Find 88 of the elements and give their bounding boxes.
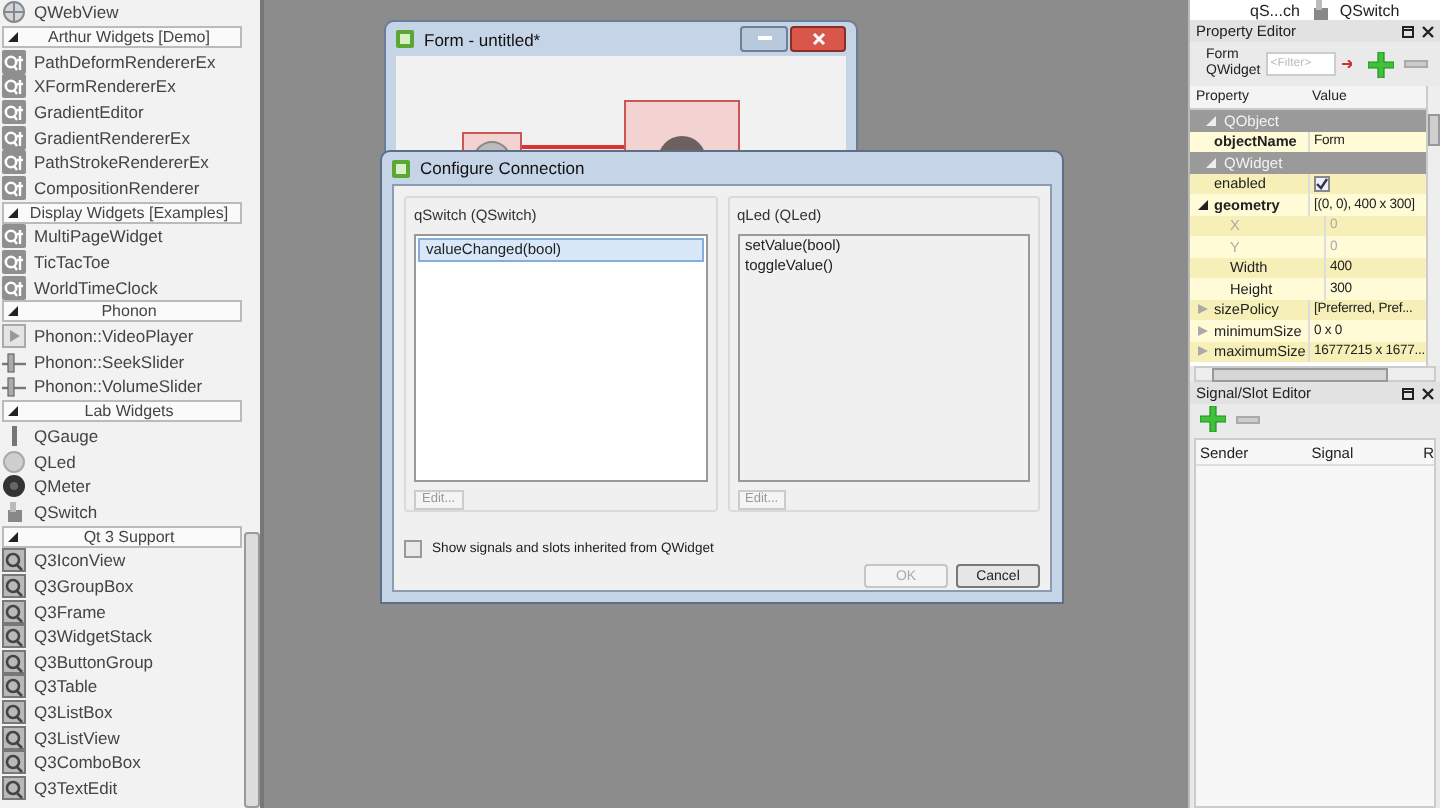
- widget-list-item[interactable]: Phonon::SeekSlider: [0, 349, 244, 375]
- widget-list-item[interactable]: Q3ListView: [0, 724, 244, 750]
- window-title: Form - untitled*: [424, 29, 543, 49]
- widget-list-item[interactable]: PathStrokeRendererEx: [0, 149, 244, 176]
- widget-list-item[interactable]: CompositionRenderer: [0, 175, 244, 201]
- scrollbar-thumb[interactable]: [244, 532, 260, 808]
- widget-list-item[interactable]: Q3ListBox: [0, 699, 244, 725]
- check-icon: [1316, 177, 1328, 190]
- object-name: qS...ch: [1250, 1, 1300, 19]
- expanded-arrow-icon: [1206, 157, 1216, 168]
- widget-list-item[interactable]: TicTacToe: [0, 249, 244, 275]
- widget-list-item[interactable]: XFormRendererEx: [0, 74, 244, 100]
- meter-icon: [2, 474, 26, 499]
- widget-list-item[interactable]: MultiPageWidget: [0, 224, 244, 250]
- minus-icon: [1404, 60, 1429, 68]
- minimize-button[interactable]: [740, 26, 788, 52]
- checkbox[interactable]: [1314, 175, 1330, 192]
- remove-button[interactable]: [1402, 58, 1431, 70]
- category-header[interactable]: Arthur Widgets [Demo]: [2, 26, 242, 49]
- widget-list-item[interactable]: QSwitch: [0, 499, 244, 525]
- widget-list-item[interactable]: Q3GroupBox: [0, 573, 244, 599]
- widget-list-item[interactable]: WorldTimeClock: [0, 274, 244, 300]
- widget-list-item[interactable]: QWebView: [0, 0, 244, 26]
- class-name: QSwitch: [1339, 1, 1400, 19]
- remove-button[interactable]: [1234, 413, 1262, 425]
- checkbox[interactable]: [404, 540, 422, 558]
- qt-logo-icon: [2, 74, 26, 99]
- sort-arrow-icon: [1342, 60, 1353, 68]
- widget-list-item[interactable]: Phonon::VolumeSlider: [0, 374, 244, 400]
- category-title: Phonon: [99, 302, 159, 321]
- globe-icon: [2, 0, 26, 25]
- scrollbar[interactable]: [1426, 86, 1440, 366]
- switch-widget-drawing: [462, 132, 522, 152]
- window-title: Configure Connection: [420, 158, 587, 178]
- plus-icon: [1368, 51, 1395, 77]
- category-header[interactable]: Qt 3 Support: [2, 525, 242, 548]
- widget-list-item[interactable]: Q3TextEdit: [0, 774, 244, 801]
- qt-logo-icon: [2, 224, 26, 249]
- switch-icon: [2, 499, 26, 524]
- widget-list-item[interactable]: Q3ButtonGroup: [0, 648, 244, 675]
- widget-list-item[interactable]: GradientRendererEx: [0, 124, 244, 150]
- close-icon: [1422, 25, 1434, 37]
- minimize-icon: [757, 36, 771, 42]
- float-icon: [1402, 25, 1414, 37]
- category-title: Display Widgets [Examples]: [27, 203, 231, 222]
- close-icon: [811, 32, 825, 46]
- qt-logo-icon: [2, 250, 26, 275]
- widget-list-item[interactable]: Q3Frame: [0, 598, 244, 624]
- app-icon: [396, 30, 414, 48]
- category-header[interactable]: Phonon: [2, 300, 242, 323]
- widget-list-item[interactable]: QMeter: [0, 473, 244, 499]
- widget-list-item[interactable]: Q3ComboBox: [0, 749, 244, 775]
- widget-list-item[interactable]: Q3Table: [0, 674, 244, 700]
- qt-logo-icon: [2, 150, 26, 175]
- plus-icon: [1200, 406, 1226, 432]
- category-header[interactable]: Display Widgets [Examples]: [2, 201, 242, 224]
- led-widget-drawing: [624, 100, 740, 152]
- category-header[interactable]: Lab Widgets: [2, 400, 242, 423]
- widget-list-item[interactable]: PathDeformRendererEx: [0, 49, 244, 75]
- qt-logo-icon: [2, 175, 26, 200]
- widget-list-item[interactable]: Q3WidgetStack: [0, 623, 244, 649]
- widget-list-item[interactable]: Q3IconView: [0, 548, 244, 574]
- qt-logo-icon: [2, 49, 26, 74]
- scrollbar-thumb[interactable]: [1428, 114, 1440, 146]
- category-title: Arthur Widgets [Demo]: [46, 28, 212, 47]
- widget-list-item[interactable]: QLed: [0, 448, 244, 474]
- scrollbar-thumb[interactable]: [1212, 367, 1388, 381]
- connection-line: [522, 144, 626, 150]
- minus-icon: [1236, 415, 1260, 423]
- widget-list-item[interactable]: QGauge: [0, 423, 244, 449]
- horizontal-scrollbar[interactable]: [1194, 366, 1436, 382]
- widget-list-item[interactable]: Phonon::VideoPlayer: [0, 323, 244, 350]
- add-button[interactable]: [1198, 404, 1228, 434]
- category-title: Lab Widgets: [82, 402, 176, 421]
- close-icon: [1422, 387, 1434, 399]
- app-icon: [392, 159, 410, 177]
- float-icon: [1402, 387, 1414, 399]
- qt-logo-icon: [2, 125, 26, 150]
- close-button[interactable]: [790, 26, 846, 52]
- add-button[interactable]: [1366, 49, 1397, 79]
- led-icon: [2, 449, 26, 474]
- expanded-arrow-icon: [1206, 115, 1216, 126]
- play-icon: [2, 324, 26, 349]
- category-title: Qt 3 Support: [81, 527, 177, 546]
- qt-logo-icon: [2, 275, 26, 300]
- qt-logo-icon: [2, 100, 26, 125]
- object-inspector-row[interactable]: qS...ch QSwitch: [1190, 0, 1440, 20]
- widget-list-item[interactable]: GradientEditor: [0, 99, 244, 125]
